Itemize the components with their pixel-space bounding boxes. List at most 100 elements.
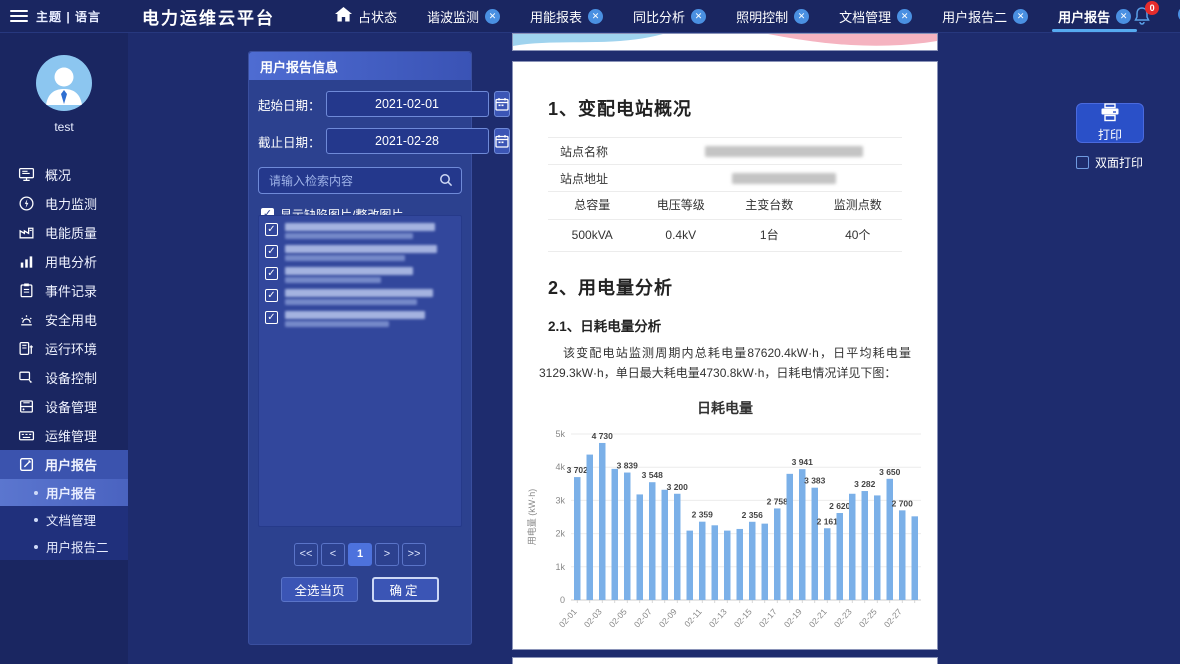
usage-analysis-icon xyxy=(18,253,35,270)
power-logout-icon[interactable] xyxy=(1175,3,1180,30)
svg-text:2 359: 2 359 xyxy=(692,509,714,519)
nav-tab-label: 用能报表 xyxy=(530,7,582,26)
search-icon[interactable] xyxy=(438,172,454,193)
start-date-calendar-icon[interactable] xyxy=(494,91,510,117)
end-date-calendar-icon[interactable] xyxy=(494,128,510,154)
sidebar-subitem-用户报告[interactable]: 用户报告 xyxy=(0,479,128,506)
item-checkbox[interactable]: ✓ xyxy=(265,311,278,324)
page-nav-<[interactable]: < xyxy=(321,543,345,566)
avatar[interactable] xyxy=(36,55,92,111)
daily-consumption-chart: 01k2k3k4k5k用电量 (kW·h)3 70202-014 73002-0… xyxy=(523,420,927,643)
bar-02-13 xyxy=(724,530,731,599)
sidebar-item-label: 用电分析 xyxy=(45,252,97,271)
item-checkbox[interactable]: ✓ xyxy=(265,223,278,236)
page-current[interactable]: 1 xyxy=(348,543,372,566)
svg-text:02-21: 02-21 xyxy=(807,606,829,629)
bar-02-18 xyxy=(787,474,794,600)
print-button[interactable]: 打印 xyxy=(1076,103,1144,143)
bar-02-23 xyxy=(849,494,856,600)
printer-icon xyxy=(1099,103,1121,125)
sidebar-subitem-label: 用户报告二 xyxy=(46,537,109,556)
nav-tab-1[interactable]: 占状态 xyxy=(335,0,397,32)
hamburger-menu-icon[interactable] xyxy=(10,10,28,22)
item-checkbox[interactable]: ✓ xyxy=(265,245,278,258)
analysis-paragraph: 该变配电站监测周期内总耗电量87620.4kW·h，日平均耗电量3129.3kW… xyxy=(539,343,911,384)
station-info-table: 站点名称 站点地址 总容量 电压等级 主变台数 监测点数 500kVA 0.4k… xyxy=(548,137,902,252)
svg-text:02-01: 02-01 xyxy=(557,606,579,629)
sidebar-item-设备控制[interactable]: 设备控制 xyxy=(0,363,128,392)
sidebar-item-安全用电[interactable]: 安全用电 xyxy=(0,305,128,334)
svg-text:1k: 1k xyxy=(555,562,565,572)
nav-tab-8[interactable]: 用户报告✕ xyxy=(1058,0,1131,32)
ops-manage-icon xyxy=(18,427,35,444)
nav-tab-label: 谐波监测 xyxy=(427,7,479,26)
nav-tab-3[interactable]: 用能报表 ✕ xyxy=(530,0,603,32)
svg-text:02-13: 02-13 xyxy=(707,606,729,629)
end-date-row: 截止日期： xyxy=(258,128,462,154)
sidebar-item-概况[interactable]: 概况 xyxy=(0,160,128,189)
tab-close-icon[interactable]: ✕ xyxy=(897,9,912,24)
tab-close-icon[interactable]: ✕ xyxy=(485,9,500,24)
svg-text:0: 0 xyxy=(560,595,565,605)
sidebar-item-事件记录[interactable]: 事件记录 xyxy=(0,276,128,305)
tab-close-icon[interactable]: ✕ xyxy=(588,9,603,24)
item-checkbox[interactable]: ✓ xyxy=(265,267,278,280)
svg-text:2 356: 2 356 xyxy=(742,510,764,520)
page-nav->[interactable]: > xyxy=(375,543,399,566)
svg-text:02-27: 02-27 xyxy=(882,606,904,629)
item-checkbox[interactable]: ✓ xyxy=(265,289,278,302)
duplex-checkbox[interactable] xyxy=(1076,156,1089,169)
svg-text:02-25: 02-25 xyxy=(857,606,879,629)
stats-value-row: 500kVA 0.4kV 1台 40个 xyxy=(548,220,902,252)
tab-close-icon[interactable]: ✕ xyxy=(1116,9,1131,24)
nav-tab-7[interactable]: 用户报告二✕ xyxy=(942,0,1028,32)
redacted-item-text xyxy=(285,266,413,283)
report-list-item[interactable]: ✓ xyxy=(265,266,455,283)
bar-02-25 xyxy=(874,495,881,600)
sidebar-item-电力监测[interactable]: 电力监测 xyxy=(0,189,128,218)
select-all-page-button[interactable]: 全选当页 xyxy=(281,577,357,602)
sidebar-item-用户报告[interactable]: 用户报告 xyxy=(0,450,128,479)
bar-02-19 xyxy=(799,469,806,600)
section2-title: 2、用电量分析 xyxy=(548,274,937,300)
report-list-item[interactable]: ✓ xyxy=(265,310,455,327)
stats-header: 监测点数 xyxy=(814,192,903,219)
tab-close-icon[interactable]: ✕ xyxy=(794,9,809,24)
tab-close-icon[interactable]: ✕ xyxy=(1013,9,1028,24)
nav-tab-5[interactable]: 照明控制✕ xyxy=(736,0,809,32)
notification-bell-icon[interactable]: 0 xyxy=(1131,5,1153,27)
page-nav->>[interactable]: >> xyxy=(402,543,426,566)
bar-02-27 xyxy=(899,510,906,600)
sidebar-item-label: 设备管理 xyxy=(45,397,97,416)
sidebar-item-label: 用户报告 xyxy=(45,455,97,474)
report-list-item[interactable]: ✓ xyxy=(265,244,455,261)
confirm-button[interactable]: 确定 xyxy=(372,577,439,602)
device-manage-icon xyxy=(18,398,35,415)
end-date-input[interactable] xyxy=(326,128,489,154)
sidebar-subitem-用户报告二[interactable]: 用户报告二 xyxy=(0,533,128,560)
nav-tab-2[interactable]: 谐波监测 ✕ xyxy=(427,0,500,32)
sidebar-subitem-文档管理[interactable]: 文档管理 xyxy=(0,506,128,533)
report-list-item[interactable]: ✓ xyxy=(265,222,455,239)
search-input[interactable] xyxy=(258,167,462,194)
redacted-item-text xyxy=(285,244,437,261)
svg-text:2 758: 2 758 xyxy=(767,496,789,506)
sidebar-item-设备管理[interactable]: 设备管理 xyxy=(0,392,128,421)
sidebar-item-label: 电力监测 xyxy=(45,194,97,213)
tab-close-icon[interactable]: ✕ xyxy=(691,9,706,24)
start-date-input[interactable] xyxy=(326,91,489,117)
sidebar-item-运维管理[interactable]: 运维管理 xyxy=(0,421,128,450)
report-list-item[interactable]: ✓ xyxy=(265,288,455,305)
bar-02-05 xyxy=(624,472,631,599)
page-nav-<<[interactable]: << xyxy=(294,543,318,566)
sidebar-item-电能质量[interactable]: 电能质量 xyxy=(0,218,128,247)
safety-icon xyxy=(18,311,35,328)
sidebar-item-运行环境[interactable]: 运行环境 xyxy=(0,334,128,363)
sidebar-item-用电分析[interactable]: 用电分析 xyxy=(0,247,128,276)
svg-text:02-15: 02-15 xyxy=(732,606,754,629)
theme-language-switch[interactable]: 主题 | 语言 xyxy=(36,8,101,25)
nav-tab-4[interactable]: 同比分析✕ xyxy=(633,0,706,32)
svg-text:4k: 4k xyxy=(555,462,565,472)
nav-tab-6[interactable]: 文档管理✕ xyxy=(839,0,912,32)
svg-text:3 941: 3 941 xyxy=(792,457,814,467)
